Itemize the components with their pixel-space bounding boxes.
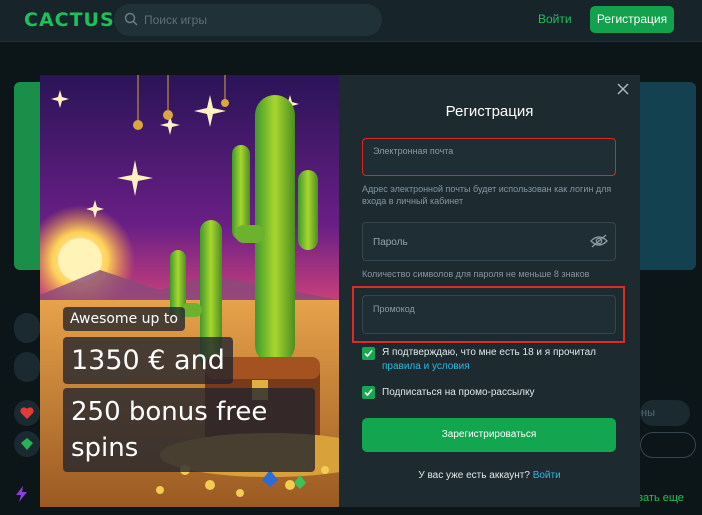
top-navigation-bar: CACTUS Поиск игры Войти Регистрация xyxy=(0,0,702,42)
close-icon[interactable] xyxy=(615,81,631,97)
terms-link[interactable]: правила и условия xyxy=(382,361,470,372)
background-category-chip xyxy=(14,431,40,457)
promo-code-field[interactable]: Промокод xyxy=(362,295,616,334)
password-field-label: Пароль xyxy=(373,237,408,248)
background-banner-left xyxy=(14,82,40,270)
background-input-right xyxy=(640,432,696,458)
email-hint: Адрес электронной почты будет использова… xyxy=(362,184,612,206)
header-login-link[interactable]: Войти xyxy=(538,12,572,26)
heart-icon xyxy=(20,407,34,419)
checkmark-icon xyxy=(364,388,373,397)
background-banner-right xyxy=(640,82,696,270)
diamond-icon xyxy=(21,438,33,450)
checkmark-icon xyxy=(364,349,373,358)
background-category-chip xyxy=(14,400,40,426)
promo-code-field-label: Промокод xyxy=(373,304,415,314)
promo-line-1: Awesome up to xyxy=(63,307,185,331)
password-hint: Количество символов для пароля не меньше… xyxy=(362,269,590,279)
lightning-icon xyxy=(16,486,27,502)
age-confirm-text: Я подтверждаю, что мне есть 18 и я прочи… xyxy=(382,347,596,358)
login-link[interactable]: Войти xyxy=(533,470,561,481)
newsletter-checkbox[interactable] xyxy=(362,386,375,399)
promo-line-2: 1350 € and xyxy=(63,337,233,384)
search-input[interactable]: Поиск игры xyxy=(114,4,382,36)
promo-banner: Awesome up to 1350 € and 250 bonus free … xyxy=(40,75,339,507)
registration-modal: Awesome up to 1350 € and 250 bonus free … xyxy=(40,75,640,507)
background-provider-chip xyxy=(14,352,40,382)
email-field-label: Электронная почта xyxy=(373,146,454,156)
password-field[interactable]: Пароль xyxy=(362,222,616,261)
search-icon xyxy=(124,12,138,26)
eye-off-icon[interactable] xyxy=(590,233,608,249)
email-field[interactable]: Электронная почта xyxy=(362,138,616,176)
promo-line-3: 250 bonus free spins xyxy=(63,388,315,472)
newsletter-label: Подписаться на промо-рассылку xyxy=(382,387,535,398)
header-register-button[interactable]: Регистрация xyxy=(590,6,674,33)
modal-title: Регистрация xyxy=(445,103,534,120)
age-confirm-checkbox[interactable] xyxy=(362,347,375,360)
have-account-text: У вас уже есть аккаунт? xyxy=(418,470,530,481)
register-submit-button[interactable]: Зарегистрироваться xyxy=(362,418,616,452)
have-account-row: У вас уже есть аккаунт? Войти xyxy=(339,470,640,481)
background-chip-text: ны xyxy=(641,407,655,419)
age-confirm-label: Я подтверждаю, что мне есть 18 и я прочи… xyxy=(382,346,622,374)
registration-form: Регистрация Электронная почта Адрес элек… xyxy=(339,75,640,507)
background-provider-chip xyxy=(14,313,40,343)
cactus-logo[interactable]: CACTUS xyxy=(24,9,115,31)
search-placeholder: Поиск игры xyxy=(144,13,207,27)
